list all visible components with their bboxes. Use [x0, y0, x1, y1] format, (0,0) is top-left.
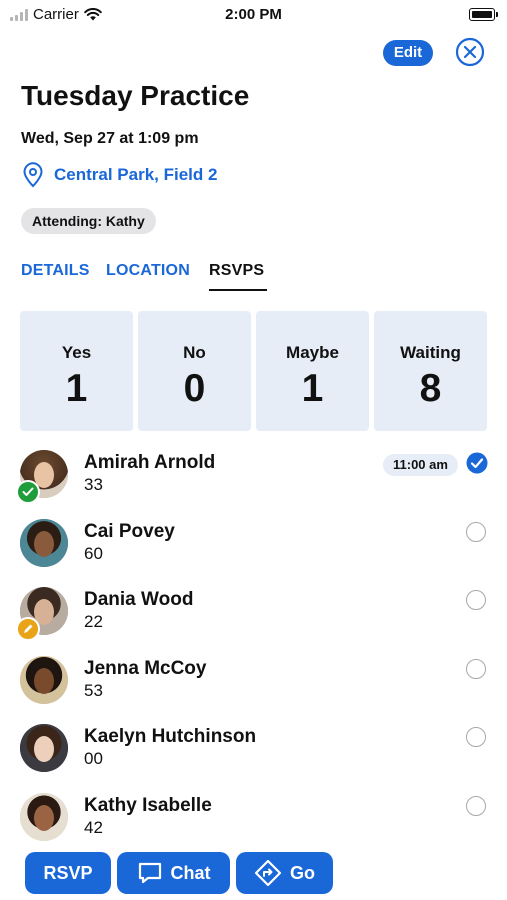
rsvp-time-badge: 11:00 am — [383, 454, 458, 476]
page-title: Tuesday Practice — [21, 80, 250, 111]
action-bar: RSVP Chat Go — [0, 852, 507, 900]
edit-button[interactable]: Edit — [383, 40, 433, 66]
player-name: Cai Povey — [84, 520, 175, 542]
close-icon[interactable] — [455, 37, 485, 67]
list-item[interactable]: Amirah Arnold 33 11:00 am — [0, 446, 507, 515]
player-number: 60 — [84, 543, 103, 563]
player-name: Jenna McCoy — [84, 657, 207, 679]
player-name: Kaelyn Hutchinson — [84, 726, 257, 747]
location-label: Central Park, Field 2 — [54, 165, 218, 184]
stat-label: No — [183, 343, 206, 362]
player-number: 53 — [84, 680, 103, 700]
active-tab-indicator — [209, 289, 267, 291]
rsvp-summary: Yes 1 No 0 Maybe 1 Waiting 8 — [20, 311, 487, 431]
stat-value: 1 — [65, 367, 88, 410]
list-item[interactable]: Kaelyn Hutchinson 00 — [0, 720, 507, 789]
tab-location[interactable]: LOCATION — [106, 262, 190, 280]
stat-value: 0 — [183, 367, 206, 410]
tab-rsvps[interactable]: RSVPS — [209, 262, 264, 280]
attending-badge: Attending: Kathy — [21, 208, 156, 234]
chat-button[interactable]: Chat — [117, 852, 230, 894]
list-item[interactable]: Dania Wood 22 — [0, 583, 507, 652]
player-name: Kathy Isabelle — [84, 794, 212, 816]
clock: 2:00 PM — [225, 6, 282, 23]
chat-bubble-icon — [138, 862, 161, 884]
unchecked-radio[interactable] — [466, 590, 486, 610]
stat-card-no[interactable]: No 0 — [138, 311, 251, 431]
maybe-pencil-badge — [16, 617, 40, 641]
rsvp-button[interactable]: RSVP — [25, 852, 111, 894]
player-number: 00 — [84, 749, 103, 768]
list-item[interactable]: Kathy Isabelle 42 — [0, 789, 507, 858]
stat-label: Waiting — [400, 343, 461, 362]
avatar — [20, 792, 68, 841]
player-number: 42 — [84, 817, 103, 837]
player-name: Amirah Arnold — [84, 452, 216, 473]
status-bar: Carrier 2:00 PM — [0, 0, 507, 30]
tab-details[interactable]: DETAILS — [21, 262, 90, 280]
go-button[interactable]: Go — [236, 852, 333, 894]
event-date: Wed, Sep 27 at 1:09 pm — [21, 130, 199, 147]
avatar — [20, 655, 68, 704]
directions-icon — [254, 859, 282, 887]
tab-bar: DETAILS LOCATION RSVPS — [0, 258, 507, 294]
stat-value: 8 — [419, 367, 442, 410]
stat-card-maybe[interactable]: Maybe 1 — [256, 311, 369, 431]
stat-card-waiting[interactable]: Waiting 8 — [374, 311, 487, 431]
list-item[interactable]: Jenna McCoy 53 — [0, 652, 507, 721]
map-pin-icon — [23, 162, 43, 188]
stat-value: 1 — [301, 367, 324, 410]
stat-card-yes[interactable]: Yes 1 — [20, 311, 133, 431]
player-number: 33 — [84, 475, 103, 494]
rsvp-list: Amirah Arnold 33 11:00 am Cai Povey 60 D… — [0, 446, 507, 857]
checked-circle-icon[interactable] — [466, 452, 488, 474]
stat-label: Yes — [61, 343, 92, 362]
battery-icon — [469, 8, 498, 21]
avatar — [20, 518, 68, 567]
unchecked-radio[interactable] — [466, 727, 486, 747]
avatar — [20, 724, 68, 772]
chat-button-label: Chat — [170, 862, 211, 883]
player-name: Dania Wood — [84, 589, 194, 610]
yes-check-badge — [16, 480, 40, 504]
rsvp-button-label: RSVP — [43, 862, 93, 883]
unchecked-radio[interactable] — [466, 521, 486, 542]
go-button-label: Go — [290, 862, 315, 883]
unchecked-radio[interactable] — [466, 795, 486, 816]
player-number: 22 — [84, 612, 103, 631]
event-location-link[interactable]: Central Park, Field 2 — [22, 162, 217, 188]
stat-label: Maybe — [286, 343, 339, 362]
list-item[interactable]: Cai Povey 60 — [0, 515, 507, 584]
unchecked-radio[interactable] — [466, 658, 486, 679]
